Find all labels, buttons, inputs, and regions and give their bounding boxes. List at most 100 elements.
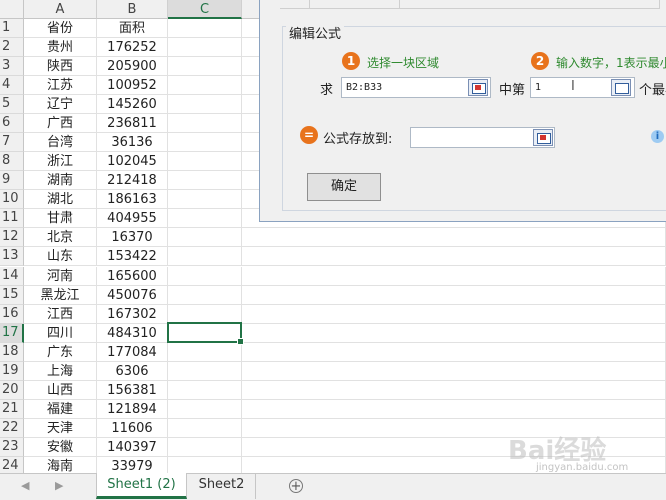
- cell-empty[interactable]: [242, 362, 666, 381]
- cell-area[interactable]: 156381: [97, 381, 168, 400]
- cell-province[interactable]: 江西: [24, 305, 97, 324]
- cell-area[interactable]: 16370: [97, 228, 168, 247]
- cell-province[interactable]: 天津: [24, 419, 97, 438]
- cell-province[interactable]: 湖南: [24, 171, 97, 190]
- row-header[interactable]: 12: [0, 228, 24, 247]
- cell-empty[interactable]: [168, 381, 242, 400]
- row-header[interactable]: 24: [0, 457, 24, 473]
- cell-province[interactable]: 山西: [24, 381, 97, 400]
- cell-empty[interactable]: [168, 228, 242, 247]
- column-header-a[interactable]: A: [24, 0, 97, 19]
- cell-area[interactable]: 140397: [97, 438, 168, 457]
- cell-province[interactable]: 四川: [24, 324, 97, 343]
- cell-empty[interactable]: [242, 247, 666, 266]
- cell-empty[interactable]: [242, 381, 666, 400]
- cell-empty[interactable]: [168, 362, 242, 381]
- fill-handle[interactable]: [237, 338, 244, 345]
- cell-province[interactable]: 河南: [24, 267, 97, 286]
- cell-empty[interactable]: [168, 267, 242, 286]
- cell-empty[interactable]: [168, 114, 242, 133]
- cell-empty[interactable]: [242, 305, 666, 324]
- cell-empty[interactable]: [168, 19, 242, 38]
- cell-area[interactable]: 6306: [97, 362, 168, 381]
- cell-province[interactable]: 甘肃: [24, 209, 97, 228]
- cell-province[interactable]: 山东: [24, 247, 97, 266]
- cell-empty[interactable]: [168, 190, 242, 209]
- cell-area[interactable]: 167302: [97, 305, 168, 324]
- cell-province[interactable]: 湖北: [24, 190, 97, 209]
- row-header[interactable]: 1: [0, 19, 24, 38]
- row-header[interactable]: 7: [0, 133, 24, 152]
- cell-province[interactable]: 陕西: [24, 57, 97, 76]
- cell-empty[interactable]: [242, 267, 666, 286]
- column-header-c[interactable]: C: [168, 0, 242, 19]
- row-header[interactable]: 20: [0, 381, 24, 400]
- row-header[interactable]: 3: [0, 57, 24, 76]
- row-header[interactable]: 2: [0, 38, 24, 57]
- cell-province[interactable]: 辽宁: [24, 95, 97, 114]
- cell-province[interactable]: 广东: [24, 343, 97, 362]
- row-header[interactable]: 13: [0, 247, 24, 266]
- row-header[interactable]: 15: [0, 286, 24, 305]
- cell-area[interactable]: 205900: [97, 57, 168, 76]
- cell-area[interactable]: 121894: [97, 400, 168, 419]
- cell-province[interactable]: 北京: [24, 228, 97, 247]
- row-header[interactable]: 18: [0, 343, 24, 362]
- row-header[interactable]: 16: [0, 305, 24, 324]
- cell-empty[interactable]: [242, 286, 666, 305]
- row-header[interactable]: 4: [0, 76, 24, 95]
- cell-empty[interactable]: [168, 76, 242, 95]
- cell-area[interactable]: 165600: [97, 267, 168, 286]
- cell-province[interactable]: 黑龙江: [24, 286, 97, 305]
- cell-area[interactable]: 450076: [97, 286, 168, 305]
- row-header[interactable]: 17: [0, 324, 24, 343]
- cell-empty[interactable]: [168, 57, 242, 76]
- tab-sheet1-2[interactable]: Sheet1 (2): [96, 473, 187, 499]
- cell-area[interactable]: 36136: [97, 133, 168, 152]
- cell-area[interactable]: 100952: [97, 76, 168, 95]
- row-header[interactable]: 14: [0, 267, 24, 286]
- cell-province[interactable]: 安徽: [24, 438, 97, 457]
- cell-area[interactable]: 153422: [97, 247, 168, 266]
- cell-empty[interactable]: [242, 400, 666, 419]
- cell-empty[interactable]: [168, 247, 242, 266]
- row-header[interactable]: 19: [0, 362, 24, 381]
- cell-empty[interactable]: [168, 343, 242, 362]
- cell-province[interactable]: 上海: [24, 362, 97, 381]
- cell-empty[interactable]: [168, 286, 242, 305]
- cell-empty[interactable]: [168, 38, 242, 57]
- cell-empty[interactable]: [168, 95, 242, 114]
- cell-province[interactable]: 贵州: [24, 38, 97, 57]
- row-header[interactable]: 5: [0, 95, 24, 114]
- cell-area[interactable]: 484310: [97, 324, 168, 343]
- next-sheet-icon[interactable]: ▶: [55, 479, 63, 492]
- tab-sheet2[interactable]: Sheet2: [188, 473, 256, 499]
- add-sheet-icon[interactable]: +: [289, 479, 303, 493]
- row-header[interactable]: 23: [0, 438, 24, 457]
- cell-province[interactable]: 广西: [24, 114, 97, 133]
- cell-empty[interactable]: [168, 457, 242, 473]
- cell-area[interactable]: 11606: [97, 419, 168, 438]
- range-picker-icon[interactable]: [468, 79, 488, 96]
- row-header[interactable]: 10: [0, 190, 24, 209]
- row-header[interactable]: 9: [0, 171, 24, 190]
- cell-empty[interactable]: [168, 171, 242, 190]
- row-header[interactable]: 11: [0, 209, 24, 228]
- cell-area[interactable]: 236811: [97, 114, 168, 133]
- cell-area[interactable]: 212418: [97, 171, 168, 190]
- cell-empty[interactable]: [168, 152, 242, 171]
- info-icon[interactable]: i: [651, 130, 664, 143]
- cell-area[interactable]: 177084: [97, 343, 168, 362]
- cell-empty[interactable]: [168, 400, 242, 419]
- cell-empty[interactable]: [242, 343, 666, 362]
- cell-area[interactable]: 145260: [97, 95, 168, 114]
- cell-empty[interactable]: [242, 228, 666, 247]
- active-cell-c17[interactable]: [167, 322, 244, 345]
- store-picker-icon[interactable]: [533, 129, 553, 146]
- cell-empty[interactable]: [168, 133, 242, 152]
- header-cell-area[interactable]: 面积: [97, 19, 168, 38]
- cell-empty[interactable]: [242, 324, 666, 343]
- cell-province[interactable]: 福建: [24, 400, 97, 419]
- row-header[interactable]: 6: [0, 114, 24, 133]
- cell-area[interactable]: 102045: [97, 152, 168, 171]
